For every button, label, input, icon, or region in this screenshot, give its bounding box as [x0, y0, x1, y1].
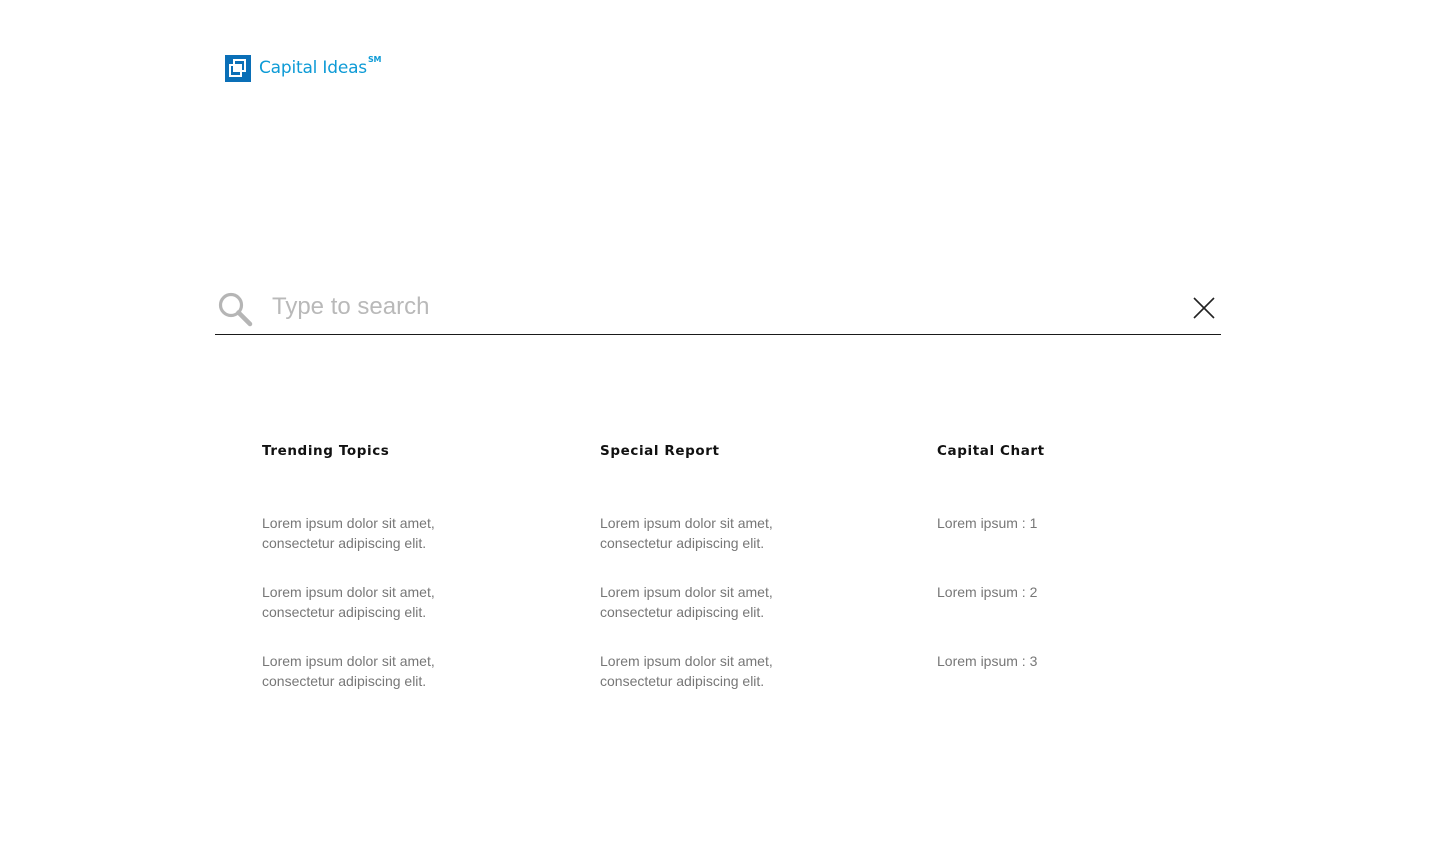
trending-topics-column: Trending Topics Lorem ipsum dolor sit am… — [262, 441, 562, 689]
capital-ideas-logo-icon — [225, 55, 251, 82]
link-line-1: Lorem ipsum : 2 — [937, 584, 1038, 600]
link-line-1: Lorem ipsum dolor sit amet, — [600, 515, 773, 531]
capital-chart-list: Lorem ipsum : 1 Lorem ipsum : 2 Lorem ip… — [937, 513, 1037, 720]
trending-topic-link[interactable]: Lorem ipsum dolor sit amet, consectetur … — [262, 651, 435, 720]
link-line-1: Lorem ipsum dolor sit amet, — [600, 584, 773, 600]
logo-service-mark: SM — [367, 55, 382, 64]
special-report-heading: Special Report — [600, 443, 720, 459]
special-report-link[interactable]: Lorem ipsum dolor sit amet, consectetur … — [600, 513, 773, 582]
capital-chart-heading: Capital Chart — [937, 443, 1045, 459]
capital-chart-link[interactable]: Lorem ipsum : 1 — [937, 513, 1037, 582]
trending-topic-link[interactable]: Lorem ipsum dolor sit amet, consectetur … — [262, 582, 435, 651]
link-line-1: Lorem ipsum : 1 — [937, 515, 1038, 531]
capital-chart-link[interactable]: Lorem ipsum : 2 — [937, 582, 1037, 651]
link-line-2: consectetur adipiscing elit. — [600, 535, 765, 551]
link-line-2: consectetur adipiscing elit. — [262, 673, 427, 689]
link-line-2: consectetur adipiscing elit. — [262, 535, 427, 551]
trending-topics-list: Lorem ipsum dolor sit amet, consectetur … — [262, 513, 435, 720]
link-line-1: Lorem ipsum dolor sit amet, — [600, 653, 773, 669]
trending-topic-link[interactable]: Lorem ipsum dolor sit amet, consectetur … — [262, 513, 435, 582]
logo-wordmark: Capital Ideas SM — [259, 56, 381, 78]
logo-name: Capital Ideas — [259, 58, 367, 78]
special-report-list: Lorem ipsum dolor sit amet, consectetur … — [600, 513, 773, 720]
search-overlay-page: Capital Ideas SM Trending Topics Lorem i… — [0, 0, 1440, 850]
link-line-1: Lorem ipsum dolor sit amet, — [262, 653, 435, 669]
search-bar — [215, 280, 1221, 335]
capital-chart-column: Capital Chart Lorem ipsum : 1 Lorem ipsu… — [937, 441, 1237, 669]
special-report-link[interactable]: Lorem ipsum dolor sit amet, consectetur … — [600, 582, 773, 651]
link-line-1: Lorem ipsum dolor sit amet, — [262, 515, 435, 531]
link-line-2: consectetur adipiscing elit. — [262, 604, 427, 620]
trending-topics-heading: Trending Topics — [262, 443, 390, 459]
search-input[interactable] — [272, 288, 1152, 326]
capital-ideas-logo[interactable]: Capital Ideas SM — [225, 55, 381, 82]
special-report-column: Special Report Lorem ipsum dolor sit ame… — [600, 441, 900, 689]
link-line-1: Lorem ipsum : 3 — [937, 653, 1038, 669]
search-icon — [218, 292, 253, 327]
link-line-2: consectetur adipiscing elit. — [600, 604, 765, 620]
special-report-link[interactable]: Lorem ipsum dolor sit amet, consectetur … — [600, 651, 773, 720]
link-line-2: consectetur adipiscing elit. — [600, 673, 765, 689]
close-search-button[interactable] — [1190, 294, 1218, 322]
capital-chart-link[interactable]: Lorem ipsum : 3 — [937, 651, 1037, 720]
close-icon — [1193, 297, 1215, 319]
link-line-1: Lorem ipsum dolor sit amet, — [262, 584, 435, 600]
